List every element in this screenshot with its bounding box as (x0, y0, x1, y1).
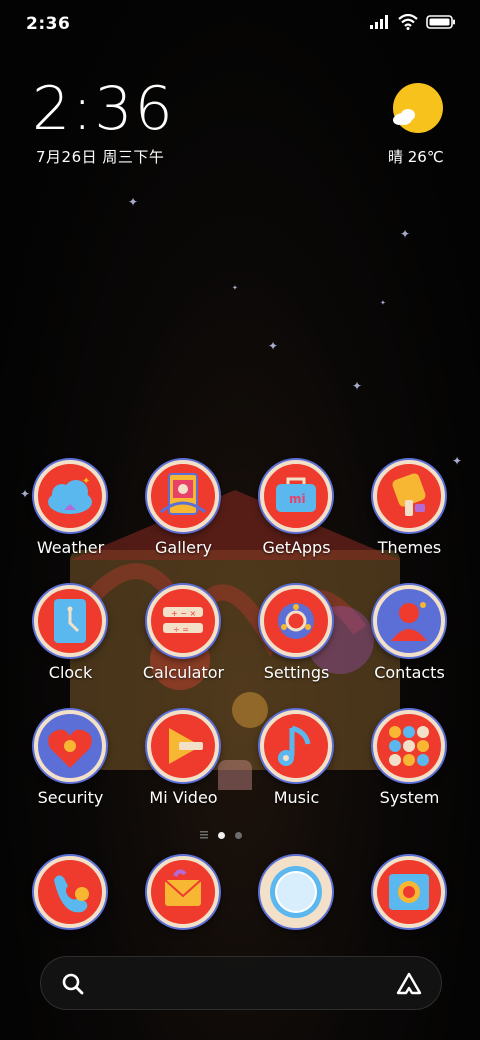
svg-text:mi: mi (289, 492, 306, 506)
star-icon: ✦ (352, 379, 363, 393)
star-icon: ✦ (400, 227, 411, 241)
app-gallery[interactable]: Gallery (127, 460, 240, 580)
contacts-icon (373, 585, 445, 657)
page-dot-active (218, 831, 225, 839)
widget-weather[interactable]: 晴 26℃ (388, 146, 444, 167)
svg-text:+ − ×: + − × (171, 609, 196, 618)
app-label: Clock (48, 663, 93, 682)
status-icons (370, 14, 456, 30)
status-time: 2:36 (26, 14, 71, 34)
page-indicator[interactable] (200, 828, 280, 842)
app-label: Themes (377, 538, 442, 557)
gallery-icon (147, 460, 219, 532)
app-getapps[interactable]: mi GetApps (240, 460, 353, 580)
dock-camera[interactable] (353, 856, 466, 936)
messages-icon (147, 856, 219, 928)
svg-text:✦: ✦ (82, 476, 90, 487)
dock-browser[interactable] (240, 856, 353, 936)
app-label: GetApps (262, 538, 331, 557)
page-dot (235, 831, 242, 839)
menu-lines-icon (200, 831, 208, 839)
sunny-partly-cloudy-icon[interactable] (390, 82, 444, 136)
status-bar: 2:36 (0, 0, 480, 50)
dock-phone[interactable] (14, 856, 127, 936)
app-calculator[interactable]: + − × ÷ = Calculator (127, 585, 240, 705)
battery-icon (426, 15, 455, 29)
calculator-icon: + − × ÷ = (147, 585, 219, 657)
app-label: Settings (263, 663, 330, 682)
security-icon (34, 710, 106, 782)
system-folder-icon (373, 710, 445, 782)
app-label: Security (37, 788, 104, 807)
star-icon: ✦ (128, 195, 139, 209)
app-label: Mi Video (149, 788, 218, 807)
getapps-icon: mi (260, 460, 332, 532)
assistant-icon[interactable] (395, 971, 423, 997)
signal-icon (370, 15, 388, 29)
clock-icon (34, 585, 106, 657)
app-contacts[interactable]: Contacts (353, 585, 466, 705)
svg-text:÷ =: ÷ = (173, 625, 189, 634)
settings-icon (260, 585, 332, 657)
app-system-folder[interactable]: System (353, 710, 466, 830)
star-icon: ✦ (268, 339, 279, 353)
app-label: Calculator (142, 663, 225, 682)
app-weather[interactable]: ✦ Weather (14, 460, 127, 580)
search-bar[interactable] (40, 956, 442, 1010)
app-settings[interactable]: Settings (240, 585, 353, 705)
star-icon: ✦ (380, 299, 386, 307)
weather-icon: ✦ (34, 460, 106, 532)
dock-messages[interactable] (127, 856, 240, 936)
mi-video-icon (147, 710, 219, 782)
widget-clock-time[interactable]: 2:36 (32, 74, 175, 144)
browser-icon (260, 856, 332, 928)
star-icon: ✦ (232, 284, 238, 292)
search-icon[interactable] (61, 972, 85, 996)
phone-icon (34, 856, 106, 928)
wifi-icon (398, 14, 418, 30)
widget-date[interactable]: 7月26日 周三下午 (36, 146, 164, 167)
app-label: Weather (36, 538, 105, 557)
app-mi-video[interactable]: Mi Video (127, 710, 240, 830)
app-label: Music (273, 788, 320, 807)
app-security[interactable]: Security (14, 710, 127, 830)
app-music[interactable]: Music (240, 710, 353, 830)
app-label: Gallery (155, 538, 212, 557)
camera-icon (373, 856, 445, 928)
app-label: Contacts (374, 663, 445, 682)
app-themes[interactable]: Themes (353, 460, 466, 580)
themes-icon (373, 460, 445, 532)
app-clock[interactable]: Clock (14, 585, 127, 705)
app-label: System (379, 788, 440, 807)
music-icon (260, 710, 332, 782)
